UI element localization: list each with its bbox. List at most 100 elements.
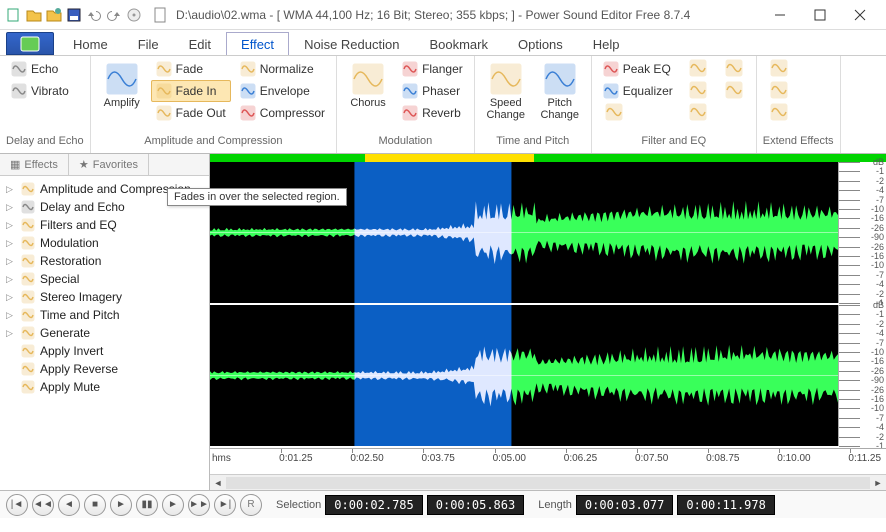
filter6-button[interactable] (718, 80, 750, 102)
amplify-button[interactable]: Amplify (97, 58, 147, 114)
star-icon: ★ (79, 158, 89, 171)
stop-button[interactable]: ■ (84, 494, 106, 516)
sidebar-tab-favorites[interactable]: ★Favorites (69, 154, 149, 175)
qat-new-icon[interactable] (6, 7, 22, 23)
effects-tree[interactable]: ▷Amplitude and Compression▷Delay and Ech… (0, 176, 209, 490)
equalizer-button[interactable]: Equalizer (598, 80, 678, 102)
fade-button[interactable]: Fade (151, 58, 231, 80)
expand-icon[interactable]: ▷ (6, 256, 16, 267)
pause-button[interactable]: ▮▮ (136, 494, 158, 516)
menu-tab-options[interactable]: Options (503, 32, 578, 55)
time-ruler[interactable]: hms0:01.250:02.500:03.750:05.000:06.250:… (210, 448, 886, 474)
expand-icon[interactable]: ▷ (6, 184, 16, 195)
tree-item-apply-reverse[interactable]: Apply Reverse (2, 360, 207, 378)
ribbon-group-modulation: ChorusFlangerPhaserReverbModulation (337, 56, 475, 153)
filter2-button[interactable] (682, 58, 714, 80)
ribbon-group-amplitude-and-compression: AmplifyFadeFade InFade OutNormalizeEnvel… (91, 56, 337, 153)
ffwd-button[interactable]: ►► (188, 494, 210, 516)
ribbon-group-extend-effects: Extend Effects (757, 56, 841, 153)
qat-redo-icon[interactable] (106, 7, 122, 23)
filter4-button[interactable] (682, 102, 714, 124)
menu-tab-bookmark[interactable]: Bookmark (414, 32, 503, 55)
tree-item-filters-and-eq[interactable]: ▷Filters and EQ (2, 216, 207, 234)
play-button[interactable]: ► (110, 494, 132, 516)
goto-end-button[interactable]: ►| (214, 494, 236, 516)
fade-in-button[interactable]: Fade In (151, 80, 231, 102)
qat-open-icon[interactable] (26, 7, 42, 23)
menu-tab-edit[interactable]: Edit (174, 32, 226, 55)
filter1-button[interactable] (598, 102, 630, 124)
ext1-button[interactable] (763, 58, 795, 80)
expand-icon[interactable]: ▷ (6, 238, 16, 249)
record-button[interactable]: R (240, 494, 262, 516)
tree-item-modulation[interactable]: ▷Modulation (2, 234, 207, 252)
ribbon: EchoVibratoDelay and EchoAmplifyFadeFade… (0, 56, 886, 154)
filter3-button[interactable] (682, 80, 714, 102)
tree-item-stereo-imagery[interactable]: ▷Stereo Imagery (2, 288, 207, 306)
time-tick: 0:02.50 (350, 453, 383, 464)
rest-icon (20, 253, 36, 269)
expand-icon[interactable]: ▷ (6, 328, 16, 339)
tree-item-special[interactable]: ▷Special (2, 270, 207, 288)
qat-open2-icon[interactable] (46, 7, 62, 23)
horizontal-scrollbar[interactable]: ◄ ► (210, 474, 886, 490)
filter1-icon (605, 103, 623, 124)
fade-out-button[interactable]: Fade Out (151, 102, 231, 124)
speed-change-button[interactable]: Speed Change (481, 58, 531, 126)
reverb-button[interactable]: Reverb (397, 102, 468, 124)
expand-icon[interactable]: ▷ (6, 220, 16, 231)
waveform-channel-1[interactable] (210, 162, 838, 303)
expand-icon[interactable]: ▷ (6, 292, 16, 303)
expand-icon[interactable]: ▷ (6, 310, 16, 321)
tree-item-apply-invert[interactable]: Apply Invert (2, 342, 207, 360)
amp-icon (20, 181, 36, 197)
flanger-button[interactable]: Flanger (397, 58, 468, 80)
tree-item-restoration[interactable]: ▷Restoration (2, 252, 207, 270)
expand-icon[interactable]: ▷ (6, 202, 16, 213)
selection-label: Selection (276, 499, 321, 511)
sidebar-tab-effects[interactable]: ▦Effects (0, 154, 69, 175)
step-fwd-button[interactable]: ► (162, 494, 184, 516)
chorus-button[interactable]: Chorus (343, 58, 393, 114)
tree-item-time-and-pitch[interactable]: ▷Time and Pitch (2, 306, 207, 324)
qat-save-icon[interactable] (66, 7, 82, 23)
close-button[interactable] (840, 0, 880, 30)
stereo-icon (20, 289, 36, 305)
menu-tab-file[interactable]: File (123, 32, 174, 55)
mod-icon (20, 235, 36, 251)
rewind-button[interactable]: ◄◄ (32, 494, 54, 516)
scrollbar-track[interactable] (226, 477, 870, 489)
goto-start-button[interactable]: |◄ (6, 494, 28, 516)
minimize-button[interactable] (760, 0, 800, 30)
length-time: 0:00:03.077 (576, 495, 673, 515)
echo-button[interactable]: Echo (6, 58, 74, 80)
peak-eq-button[interactable]: Peak EQ (598, 58, 678, 80)
menu-tab-help[interactable]: Help (578, 32, 635, 55)
app-logo[interactable] (6, 32, 54, 55)
compressor-button[interactable]: Compressor (235, 102, 330, 124)
step-back-button[interactable]: ◄ (58, 494, 80, 516)
tree-item-generate[interactable]: ▷Generate (2, 324, 207, 342)
marker-bar[interactable] (210, 154, 886, 162)
scroll-left-icon[interactable]: ◄ (210, 475, 226, 491)
envelope-button[interactable]: Envelope (235, 80, 330, 102)
filter5-button[interactable] (718, 58, 750, 80)
maximize-button[interactable] (800, 0, 840, 30)
scroll-right-icon[interactable]: ► (870, 475, 886, 491)
menu-tab-home[interactable]: Home (58, 32, 123, 55)
ext2-button[interactable] (763, 80, 795, 102)
menu-tab-noise-reduction[interactable]: Noise Reduction (289, 32, 414, 55)
vibrato-button[interactable]: Vibrato (6, 80, 74, 102)
waveform-channel-2[interactable] (210, 305, 838, 446)
qat-cd-icon[interactable] (126, 7, 142, 23)
expand-icon[interactable]: ▷ (6, 274, 16, 285)
tree-item-apply-mute[interactable]: Apply Mute (2, 378, 207, 396)
qat-undo-icon[interactable] (86, 7, 102, 23)
pitch-change-button[interactable]: Pitch Change (535, 58, 585, 126)
ext3-button[interactable] (763, 102, 795, 124)
fadeout-icon (156, 105, 172, 121)
normalize-button[interactable]: Normalize (235, 58, 330, 80)
phaser-button[interactable]: Phaser (397, 80, 468, 102)
menu-tab-effect[interactable]: Effect (226, 32, 289, 55)
time-tick: 0:03.75 (421, 453, 454, 464)
